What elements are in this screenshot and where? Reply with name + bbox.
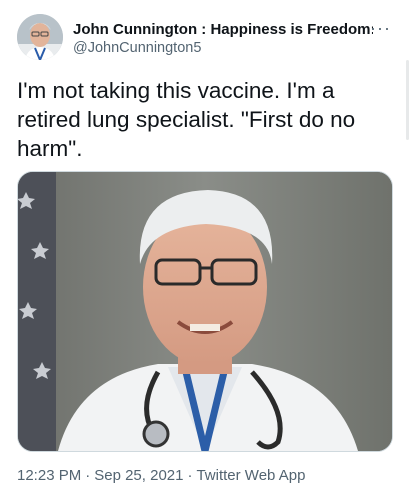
author-display-name[interactable]: John Cunnington : Happiness is Freedom: … [73,20,373,39]
tweet-meta: 12:23 PM · Sep 25, 2021 · Twitter Web App [17,466,305,486]
tweet-header: John Cunnington : Happiness is Freedom: … [17,14,399,62]
meta-separator-2: · [187,467,193,484]
tweet-media-photo[interactable] [17,171,393,452]
author-names: John Cunnington : Happiness is Freedom: … [73,20,373,58]
doctor-photo-icon [18,172,392,451]
author-handle[interactable]: @JohnCunnington5 [73,39,373,58]
meta-separator: · [85,467,91,484]
tweet-card: John Cunnington : Happiness is Freedom: … [0,0,409,500]
tweet-time[interactable]: 12:23 PM [17,467,81,484]
author-avatar[interactable] [17,14,63,60]
avatar-image-icon [17,14,63,60]
tweet-text: I'm not taking this vaccine. I'm a retir… [17,78,356,161]
more-options-icon[interactable]: ··· [370,18,391,39]
tweet-source[interactable]: Twitter Web App [196,467,305,484]
tweet-date[interactable]: Sep 25, 2021 [94,467,183,484]
